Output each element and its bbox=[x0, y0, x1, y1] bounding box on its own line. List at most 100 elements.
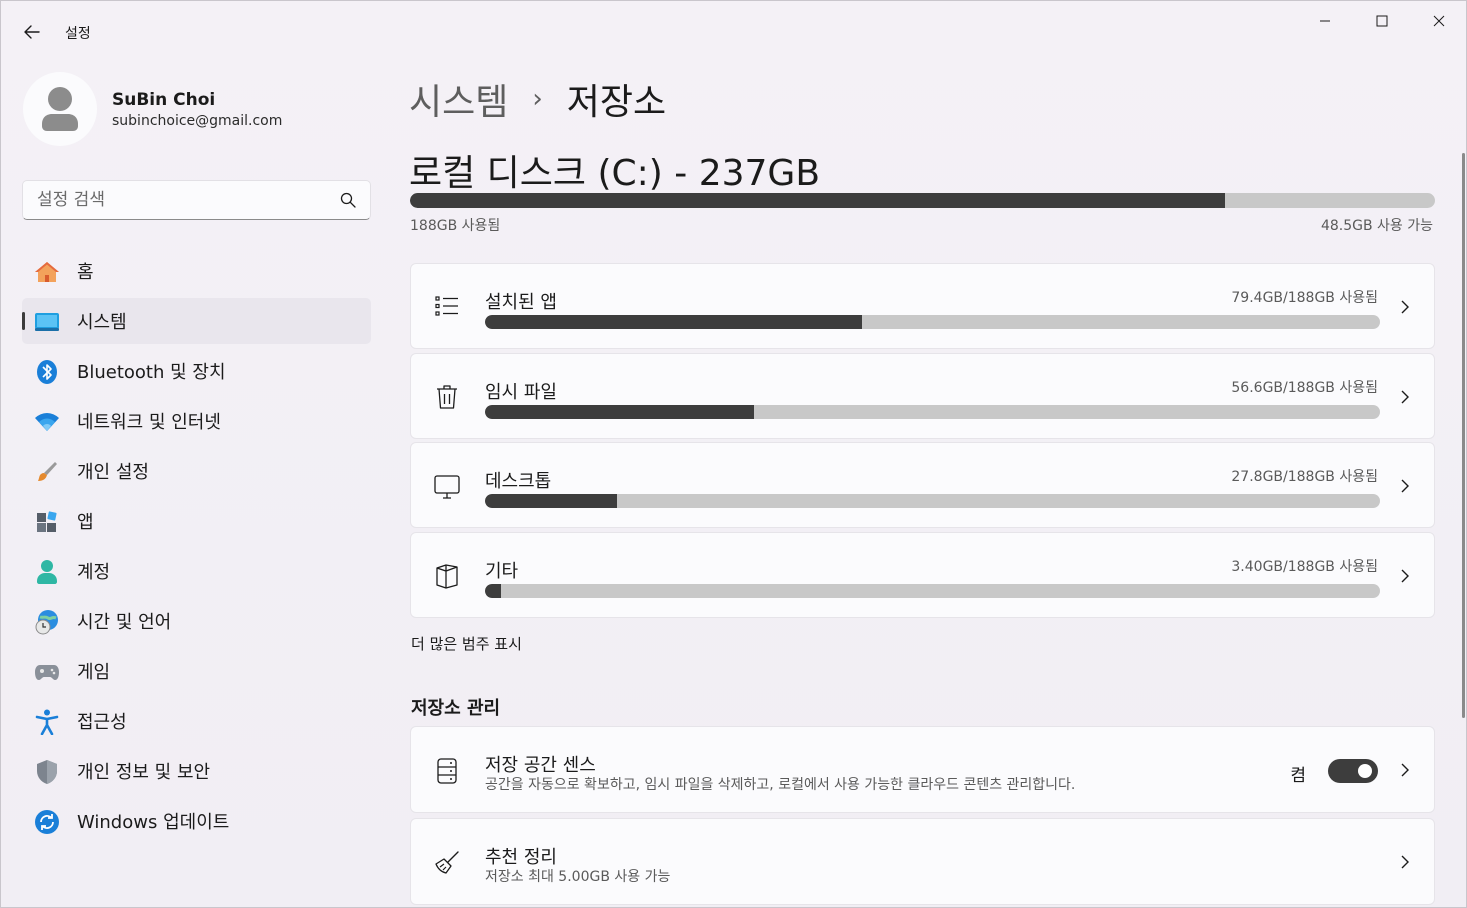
category-usage-fill bbox=[485, 405, 755, 419]
sidebar-item-label: 접근성 bbox=[77, 712, 127, 733]
category-usage-fill bbox=[485, 584, 502, 598]
storage-sense-description: 공간을 자동으로 확보하고, 임시 파일을 삭제하고, 로컬에서 사용 가능한 … bbox=[485, 777, 1076, 793]
close-button[interactable] bbox=[1410, 1, 1466, 41]
category-label: 데스크톱 bbox=[485, 471, 552, 492]
gamepad-icon bbox=[34, 659, 60, 685]
sidebar-item-label: 홈 bbox=[77, 262, 94, 283]
system-icon bbox=[34, 309, 60, 335]
update-icon bbox=[34, 809, 60, 835]
search-icon[interactable] bbox=[339, 191, 357, 209]
sidebar-item-personalization[interactable]: 개인 설정 bbox=[22, 448, 371, 494]
sidebar-item-label: 시간 및 언어 bbox=[77, 612, 172, 633]
disk-title: 로컬 디스크 (C:) - 237GB bbox=[409, 153, 821, 194]
breadcrumb: 시스템 › 저장소 bbox=[409, 73, 666, 125]
chevron-right-icon bbox=[1398, 479, 1412, 493]
broom-icon bbox=[433, 849, 461, 877]
category-size: 79.4GB/188GB 사용됨 bbox=[1231, 290, 1378, 306]
maximize-button[interactable] bbox=[1353, 1, 1410, 41]
category-label: 임시 파일 bbox=[485, 382, 557, 403]
sidebar-item-label: 게임 bbox=[77, 662, 111, 683]
storage-drive-icon bbox=[433, 757, 461, 785]
apps-icon bbox=[34, 509, 60, 535]
category-usage-fill bbox=[485, 315, 862, 329]
chevron-right-icon bbox=[1398, 300, 1412, 314]
sidebar-item-gaming[interactable]: 게임 bbox=[22, 648, 371, 694]
close-icon bbox=[1433, 15, 1444, 27]
sidebar-item-label: 시스템 bbox=[77, 312, 127, 333]
category-size: 3.40GB/188GB 사용됨 bbox=[1231, 559, 1378, 575]
arrow-left-icon bbox=[24, 25, 40, 39]
title-bar: 설정 bbox=[1, 1, 1466, 47]
category-usage-bar bbox=[485, 405, 1380, 419]
sidebar-item-label: 네트워크 및 인터넷 bbox=[77, 412, 221, 433]
search-box[interactable] bbox=[22, 180, 371, 220]
category-card-desktop[interactable]: 데스크톱 27.8GB/188GB 사용됨 bbox=[410, 442, 1435, 528]
profile-name: SuBin Choi bbox=[112, 90, 216, 110]
cleanup-recommendations-card[interactable]: 추천 정리 저장소 최대 5.00GB 사용 가능 bbox=[410, 818, 1435, 905]
disk-used-label: 188GB 사용됨 bbox=[410, 218, 501, 234]
minimize-icon bbox=[1319, 20, 1330, 22]
category-card-temp-files[interactable]: 임시 파일 56.6GB/188GB 사용됨 bbox=[410, 353, 1435, 439]
profile-email: subinchoice@gmail.com bbox=[112, 113, 283, 129]
sidebar-item-label: Windows 업데이트 bbox=[77, 812, 230, 833]
sidebar-item-privacy-security[interactable]: 개인 정보 및 보안 bbox=[22, 748, 371, 794]
category-usage-fill bbox=[485, 494, 618, 508]
app-title: 설정 bbox=[65, 26, 91, 42]
time-language-icon bbox=[34, 609, 60, 635]
sidebar-item-bluetooth[interactable]: Bluetooth 및 장치 bbox=[22, 348, 371, 394]
sidebar-item-system[interactable]: 시스템 bbox=[22, 298, 371, 344]
category-card-other[interactable]: 기타 3.40GB/188GB 사용됨 bbox=[410, 532, 1435, 618]
sidebar-item-apps[interactable]: 앱 bbox=[22, 498, 371, 544]
disk-usage-bar bbox=[410, 193, 1435, 208]
list-icon bbox=[433, 292, 461, 320]
search-input[interactable] bbox=[23, 181, 323, 219]
sidebar-item-accessibility[interactable]: 접근성 bbox=[22, 698, 371, 744]
sidebar-item-label: 앱 bbox=[77, 512, 94, 533]
sidebar-item-windows-update[interactable]: Windows 업데이트 bbox=[22, 798, 371, 844]
chevron-right-icon bbox=[1398, 855, 1412, 869]
back-button[interactable] bbox=[15, 15, 49, 49]
sidebar-item-label: 개인 정보 및 보안 bbox=[77, 762, 211, 783]
page-title: 저장소 bbox=[566, 82, 667, 123]
monitor-icon bbox=[433, 473, 461, 501]
other-icon bbox=[433, 562, 461, 590]
storage-management-heading: 저장소 관리 bbox=[411, 698, 501, 719]
sidebar-item-time-language[interactable]: 시간 및 언어 bbox=[22, 598, 371, 644]
category-usage-bar bbox=[485, 584, 1380, 598]
show-more-categories-link[interactable]: 더 많은 범주 표시 bbox=[411, 633, 522, 654]
sidebar-item-label: 개인 설정 bbox=[77, 462, 149, 483]
storage-sense-card[interactable]: 저장 공간 센스 공간을 자동으로 확보하고, 임시 파일을 삭제하고, 로컬에… bbox=[410, 726, 1435, 813]
brush-icon bbox=[34, 459, 60, 485]
breadcrumb-parent[interactable]: 시스템 bbox=[409, 73, 508, 125]
category-size: 56.6GB/188GB 사용됨 bbox=[1231, 380, 1378, 396]
sidebar-item-label: Bluetooth 및 장치 bbox=[77, 362, 226, 383]
sidebar-item-accounts[interactable]: 계정 bbox=[22, 548, 371, 594]
user-avatar-icon bbox=[42, 87, 78, 131]
category-size: 27.8GB/188GB 사용됨 bbox=[1231, 469, 1378, 485]
disk-free-label: 48.5GB 사용 가능 bbox=[1320, 218, 1433, 234]
toggle-knob bbox=[1358, 764, 1372, 778]
category-label: 기타 bbox=[485, 561, 519, 582]
shield-icon bbox=[34, 759, 60, 785]
chevron-right-icon bbox=[1398, 390, 1412, 404]
accessibility-icon bbox=[34, 709, 60, 735]
bluetooth-icon bbox=[34, 359, 60, 385]
cleanup-description: 저장소 최대 5.00GB 사용 가능 bbox=[485, 869, 671, 885]
sidebar-nav: 홈 시스템 Bluetooth 및 장치 네트워크 및 인터넷 개인 설정 앱 … bbox=[22, 248, 371, 848]
minimize-button[interactable] bbox=[1296, 1, 1353, 41]
content-scrollbar[interactable] bbox=[1462, 153, 1465, 718]
settings-window: 설정 SuBin Choi subinchoice@gmail.com 설정 검… bbox=[0, 0, 1467, 908]
sidebar-item-label: 계정 bbox=[77, 562, 111, 583]
chevron-right-icon bbox=[1398, 569, 1412, 583]
category-usage-bar bbox=[485, 315, 1380, 329]
account-icon bbox=[34, 559, 60, 585]
sidebar-item-home[interactable]: 홈 bbox=[22, 248, 371, 294]
category-label: 설치된 앱 bbox=[485, 292, 557, 313]
sidebar-item-network[interactable]: 네트워크 및 인터넷 bbox=[22, 398, 371, 444]
storage-sense-toggle[interactable] bbox=[1328, 759, 1378, 783]
home-icon bbox=[34, 259, 60, 285]
category-card-installed-apps[interactable]: 설치된 앱 79.4GB/188GB 사용됨 bbox=[410, 263, 1435, 349]
disk-usage-fill bbox=[410, 193, 1225, 208]
maximize-icon bbox=[1376, 15, 1387, 27]
avatar[interactable] bbox=[23, 72, 97, 146]
